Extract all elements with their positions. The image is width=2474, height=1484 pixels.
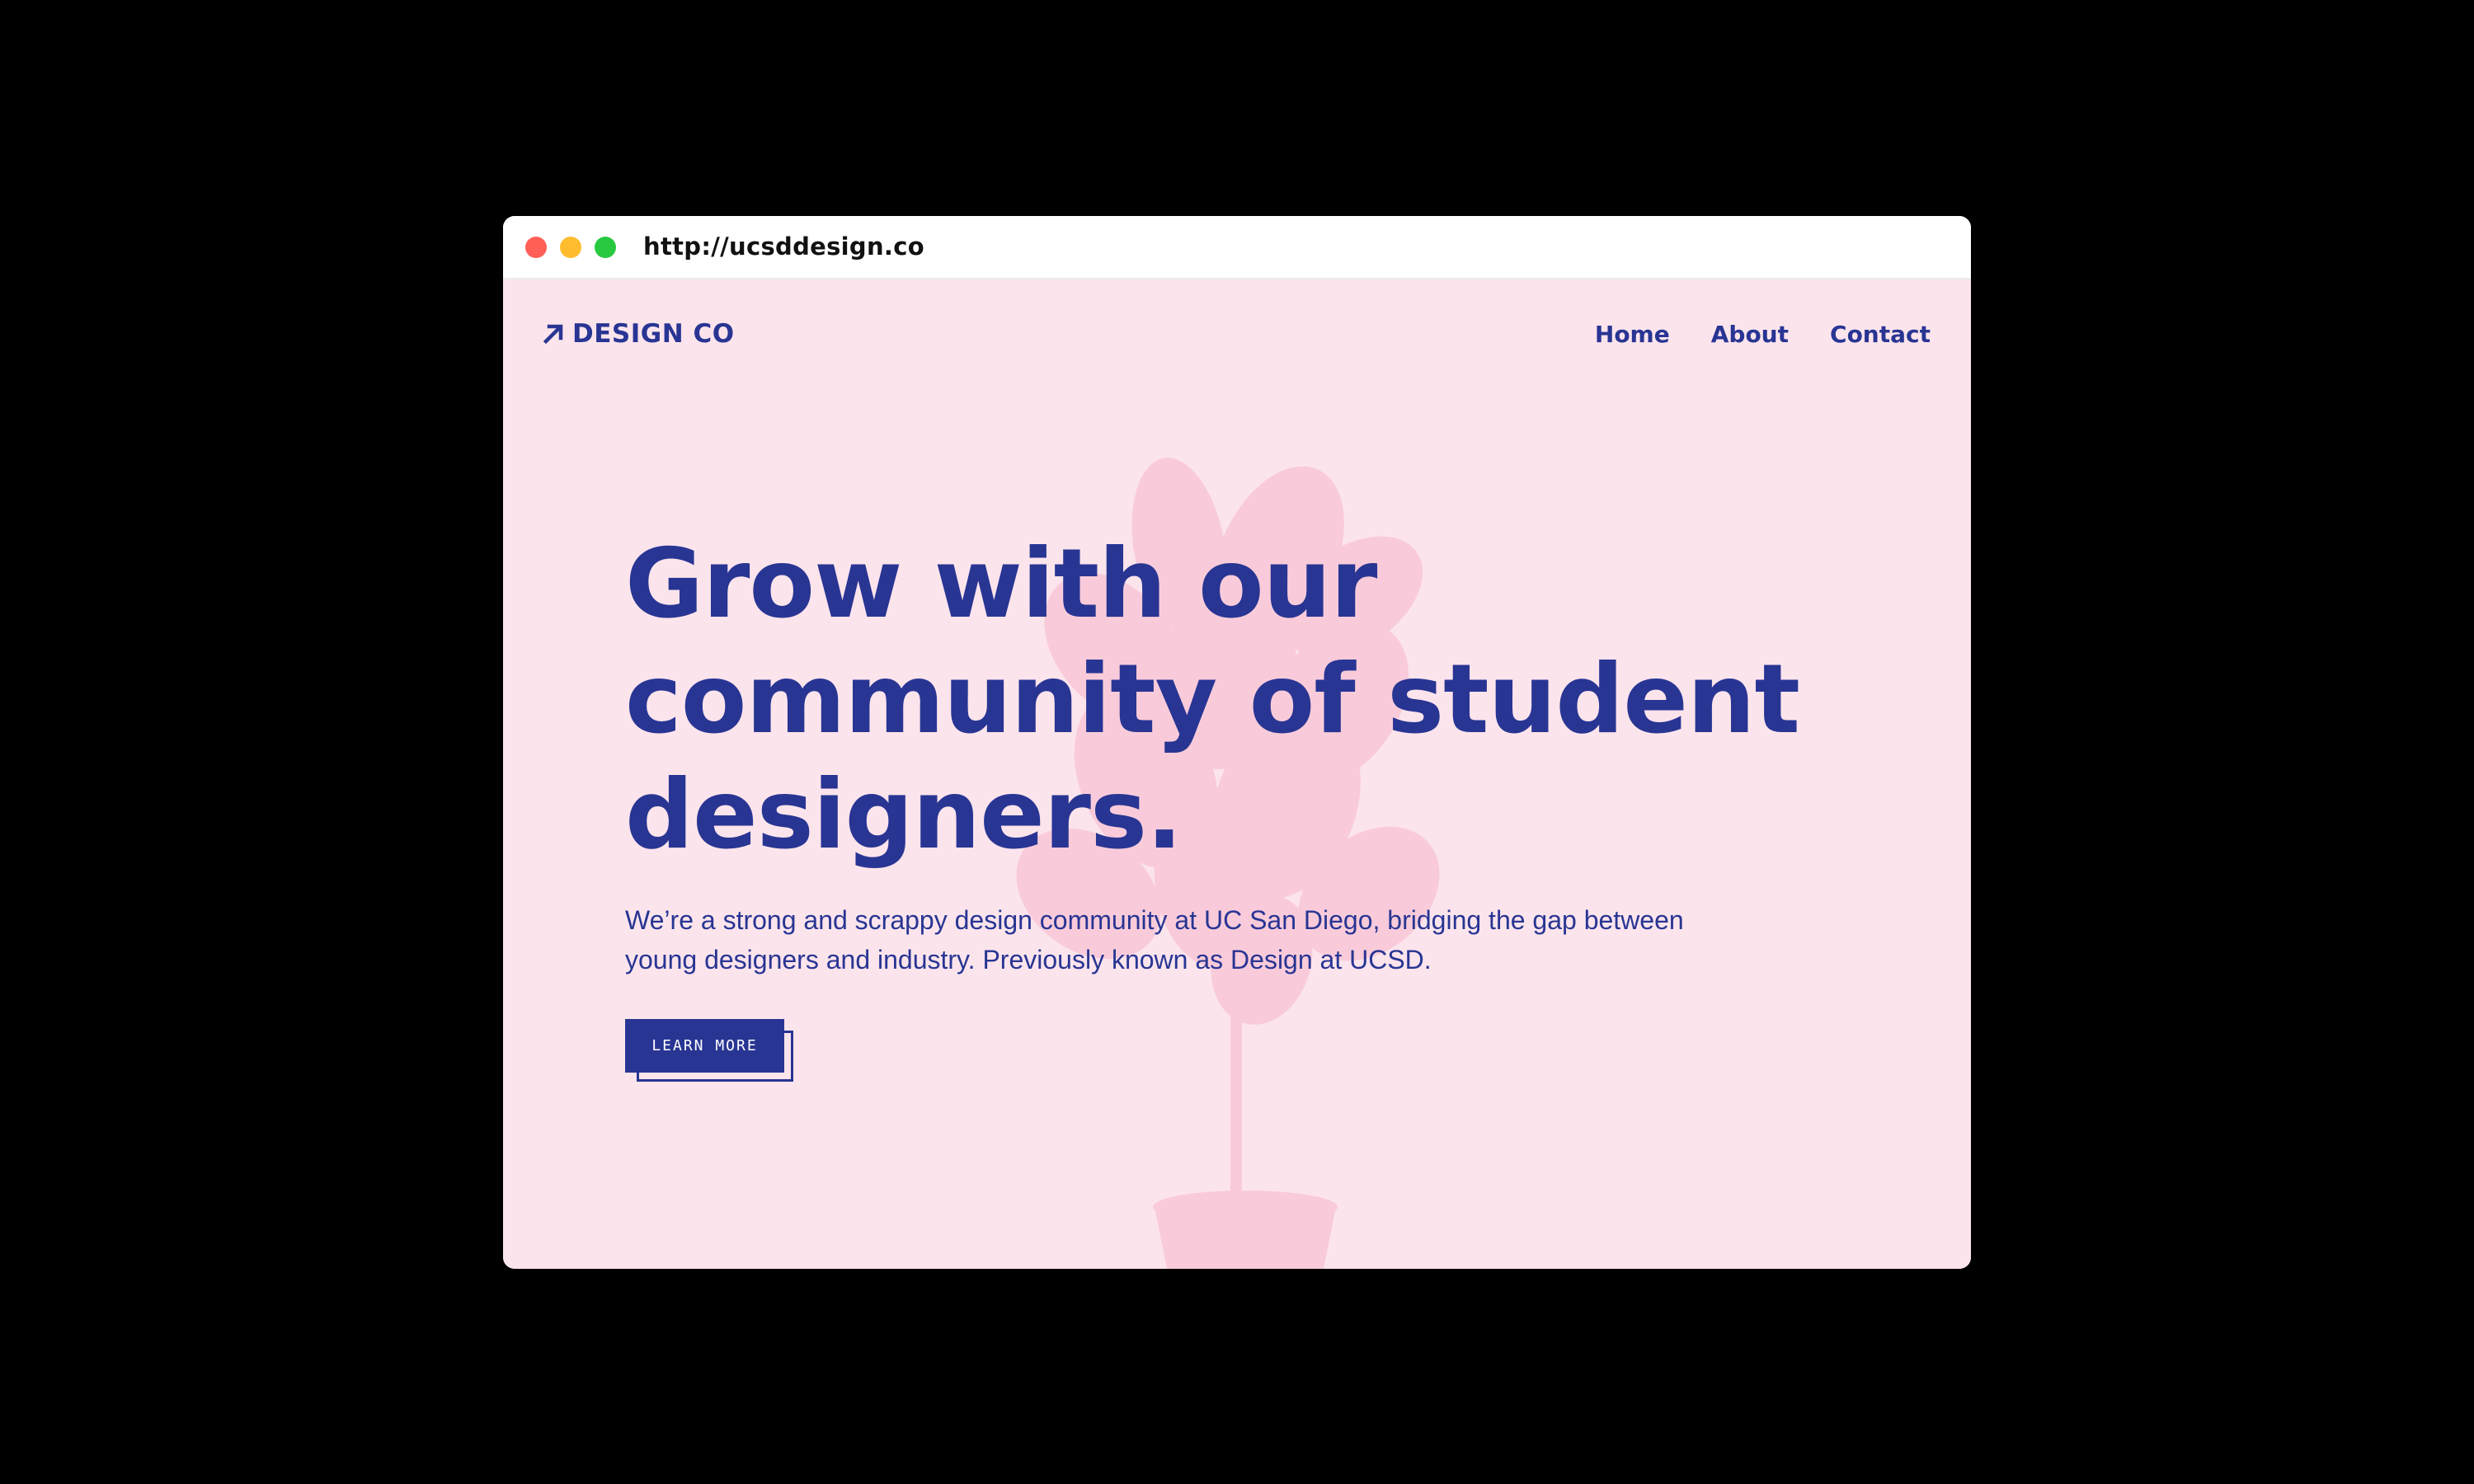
learn-more-cta: LEARN MORE [625,1019,797,1085]
logo-text: DESIGN CO [572,319,735,349]
zoom-window-button[interactable] [595,237,616,258]
close-window-button[interactable] [525,237,547,258]
nav-contact-link[interactable]: Contact [1830,321,1931,348]
logo[interactable]: DESIGN CO [543,317,735,350]
learn-more-button[interactable]: LEARN MORE [625,1019,784,1073]
web-page: DESIGN CO Home About Contact Grow with o… [503,279,1971,1269]
browser-titlebar: http://ucsddesign.co [503,216,1971,279]
minimize-window-button[interactable] [560,237,581,258]
arrow-up-right-icon [543,324,563,345]
hero-description: We’re a strong and scrappy design commun… [625,905,1684,974]
main-nav: Home About Contact [1595,317,1931,350]
browser-window: http://ucsddesign.co DESIGN CO Home Abou… [503,216,1971,1269]
nav-about-link[interactable]: About [1711,321,1789,348]
address-bar[interactable]: http://ucsddesign.co [643,216,924,278]
nav-home-link[interactable]: Home [1595,321,1670,348]
hero-headline: Grow with our community of student desig… [625,528,1800,871]
